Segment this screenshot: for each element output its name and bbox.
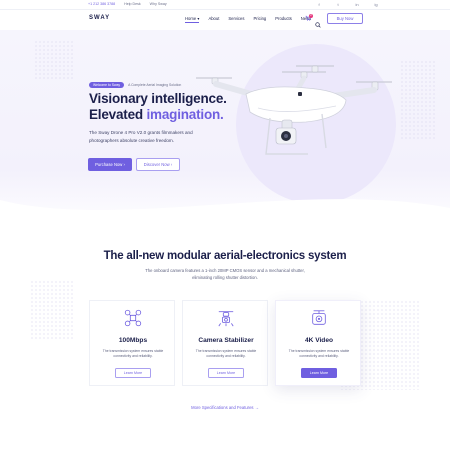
card-description: The transmission system ensures stable c… xyxy=(195,349,257,358)
card-description: The transmission system ensures stable c… xyxy=(288,349,350,358)
social-links: f t in ig xyxy=(316,2,379,8)
instagram-icon[interactable]: ig xyxy=(373,2,379,8)
arrow-right-icon: → xyxy=(254,405,259,410)
chevron-right-icon: › xyxy=(170,162,173,167)
section-title: The all-new modular aerial-electronics s… xyxy=(103,250,347,262)
hero-badge-row: Welcome to Sway A Complete Aerial Imagin… xyxy=(89,82,181,88)
hero-wave xyxy=(0,199,450,230)
decor-dots-lower-left xyxy=(30,280,74,340)
feature-card-camera-stabilizer: Camera Stabilizer The transmission syste… xyxy=(182,300,268,386)
nav-home[interactable]: Home ▾ xyxy=(185,16,200,23)
discover-now-button[interactable]: Discover Now › xyxy=(136,158,180,171)
welcome-badge: Welcome to Sway xyxy=(89,82,125,88)
drone-icon xyxy=(124,309,142,327)
nav-services[interactable]: Services xyxy=(228,16,244,23)
phone-number[interactable]: +1 212 386 3788 xyxy=(88,2,115,6)
discover-label: Discover Now xyxy=(143,162,170,167)
video-camera-icon xyxy=(312,310,326,325)
drone-image xyxy=(196,65,392,155)
nav-pricing[interactable]: Pricing xyxy=(253,16,266,23)
feature-card-100mbps: 100Mbps The transmission system ensures … xyxy=(89,300,175,386)
main-nav: Home ▾ About Services Pricing Products N… xyxy=(185,16,311,23)
learn-more-button[interactable]: Learn More xyxy=(115,368,151,378)
nav-products[interactable]: Products xyxy=(275,16,292,23)
stabilizer-icon xyxy=(218,311,234,327)
top-bar: +1 212 386 3788 Help Desk Why Sway f t i… xyxy=(0,0,450,10)
card-title: 100Mbps xyxy=(118,337,148,344)
purchase-label: Purchase Now xyxy=(95,162,123,167)
decor-dots-left xyxy=(34,40,74,80)
learn-more-button[interactable]: Learn More xyxy=(208,368,244,378)
card-title: Camera Stabilizer xyxy=(198,337,254,344)
card-title: 4K Video xyxy=(304,337,334,344)
card-description: The transmission system ensures stable c… xyxy=(102,349,164,358)
logo[interactable]: SWAY xyxy=(89,15,110,21)
nav-about[interactable]: About xyxy=(208,16,219,23)
linkedin-icon[interactable]: in xyxy=(354,2,360,8)
more-link-label: More Specifications and Features xyxy=(191,405,254,410)
headline-plain: Elevated xyxy=(89,107,147,122)
search-icon[interactable] xyxy=(315,15,321,28)
help-desk-link[interactable]: Help Desk xyxy=(124,2,141,6)
badge-caption: A Complete Aerial Imaging Solution xyxy=(128,83,182,87)
more-specifications-link[interactable]: More Specifications and Features → xyxy=(0,405,450,410)
section-subtitle: The onboard camera features a 1-inch 20M… xyxy=(145,268,305,280)
buy-now-button[interactable]: Buy Now xyxy=(327,13,363,24)
top-bar-left: +1 212 386 3788 Help Desk Why Sway xyxy=(88,2,167,6)
facebook-icon[interactable]: f xyxy=(316,2,322,8)
feature-card-4k-video: 4K Video The transmission system ensures… xyxy=(275,300,361,386)
decor-dots-right xyxy=(400,60,436,140)
twitter-icon[interactable]: t xyxy=(335,2,341,8)
cart-count-badge: 2 xyxy=(309,14,313,18)
why-sway-link[interactable]: Why Sway xyxy=(150,2,167,6)
chevron-right-icon: › xyxy=(123,162,125,167)
purchase-now-button[interactable]: Purchase Now › xyxy=(88,158,132,171)
learn-more-button[interactable]: Learn More xyxy=(301,368,337,378)
